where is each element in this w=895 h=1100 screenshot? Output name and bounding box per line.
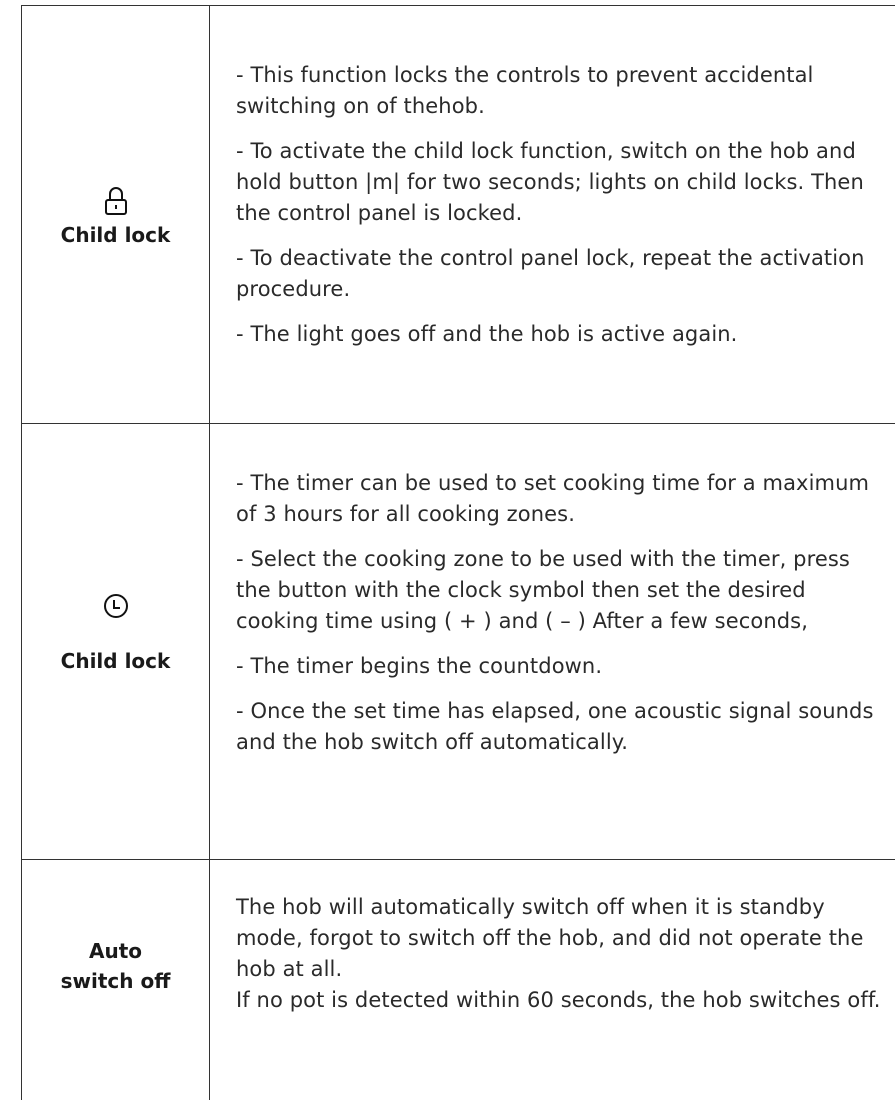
description-paragraph: If no pot is detected within 60 seconds,…	[236, 988, 881, 1012]
description-paragraph: - To activate the child lock function, s…	[236, 139, 864, 225]
table-row-auto-switch-off: Auto switch off The hob will automatical…	[21, 859, 895, 1100]
row-label-cell: Auto switch off	[22, 936, 209, 996]
description-paragraph: - This function locks the controls to pr…	[236, 63, 814, 118]
table-row-timer: Child lock - The timer can be used to se…	[21, 423, 895, 860]
description-paragraph: The hob will automatically switch off wh…	[236, 895, 864, 981]
row-label: switch off	[60, 969, 171, 993]
description-paragraph: - The timer can be used to set cooking t…	[236, 471, 870, 526]
description-paragraph: - Select the cooking zone to be used wit…	[236, 547, 850, 633]
description-paragraph: - To deactivate the control panel lock, …	[236, 246, 865, 301]
table-column-divider	[209, 6, 210, 424]
row-label: Auto	[88, 939, 143, 963]
row-label-cell: Child lock	[22, 186, 209, 250]
table-column-divider	[209, 424, 210, 860]
description-paragraph: - Once the set time has elapsed, one aco…	[236, 699, 874, 754]
row-label-cell: Child lock	[22, 592, 209, 676]
lock-icon	[22, 186, 209, 216]
row-description: - The timer can be used to set cooking t…	[236, 468, 886, 772]
row-label: Child lock	[60, 223, 171, 247]
row-description: The hob will automatically switch off wh…	[236, 892, 886, 1016]
description-paragraph: - The timer begins the countdown.	[236, 654, 603, 678]
clock-icon	[22, 592, 209, 620]
row-description: - This function locks the controls to pr…	[236, 60, 886, 364]
table-row-child-lock: Child lock - This function locks the con…	[21, 5, 895, 424]
row-label: Child lock	[60, 649, 171, 673]
table-column-divider	[209, 860, 210, 1100]
description-paragraph: - The light goes off and the hob is acti…	[236, 322, 738, 346]
